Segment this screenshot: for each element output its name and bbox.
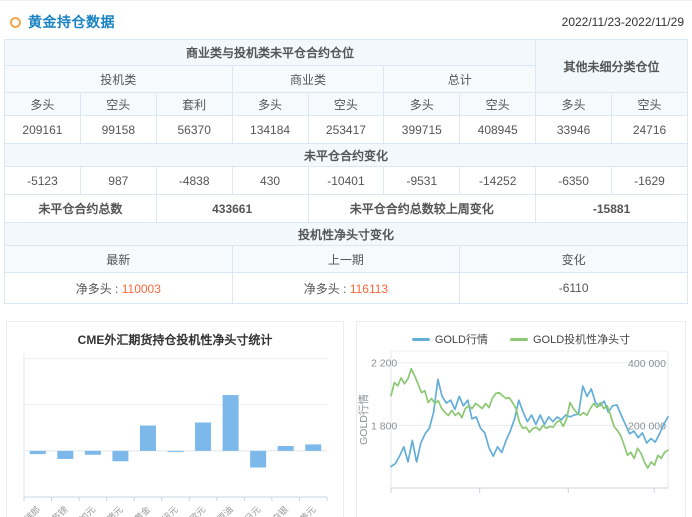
line-chart-legend: GOLD行情 GOLD投机性净头寸 xyxy=(357,322,685,346)
charts-row: CME外汇期货持仓投机性净头寸统计 瑞郎英镑加元澳元黄金纽元欧元原油日元白银美元… xyxy=(0,321,692,517)
total-contracts-value: 433661 xyxy=(156,195,308,223)
column-header-cell: 多头 xyxy=(5,93,81,116)
bar-x-label: 白银 xyxy=(270,504,291,517)
gold-price-legend-dash-icon xyxy=(412,338,430,341)
bar-x-label: 原油 xyxy=(214,504,235,517)
bar-x-label: 瑞郎 xyxy=(22,504,43,517)
bar-x-label: 美元 xyxy=(297,504,318,517)
change-section-header: 未平仓合约变化 xyxy=(5,144,688,167)
net-long-latest-cell: 净多头 : 110003 xyxy=(5,273,233,304)
bar xyxy=(168,451,184,452)
net-position-legend-dash-icon xyxy=(510,338,528,341)
weekly-change-value: -15881 xyxy=(536,195,688,223)
bar xyxy=(57,451,73,459)
cme-net-position-bar-chart: 瑞郎英镑加元澳元黄金纽元欧元原油日元白银美元 xyxy=(7,352,341,517)
date-range: 2022/11/23-2022/11/29 xyxy=(562,15,684,29)
legend-item-gold-price[interactable]: GOLD行情 xyxy=(412,331,488,347)
net-column-header-cell: 变化 xyxy=(460,246,688,273)
left-axis-tick-label: 2 200 xyxy=(371,358,397,370)
column-header-cell: 空头 xyxy=(612,93,688,116)
weekly-change-label: 未平仓合约总数较上周变化 xyxy=(308,195,536,223)
group-header-main: 商业类与投机类未平仓合约仓位 xyxy=(5,40,536,66)
position-value-cell: 33946 xyxy=(536,116,612,144)
positions-table: 商业类与投机类未平仓合约仓位 其他未细分类仓位 投机类 商业类 总计 多头空头套… xyxy=(4,39,688,304)
column-header-cell: 多头 xyxy=(384,93,460,116)
net-position-section-header: 投机性净头寸变化 xyxy=(5,223,688,246)
page-title: 黄金持仓数据 xyxy=(28,12,115,32)
group-header-other: 其他未细分类仓位 xyxy=(536,40,688,93)
line-chart-card: GOLD行情 GOLD投机性净头寸 2 2001 800400 000200 0… xyxy=(356,321,686,517)
change-value-cell: -14252 xyxy=(460,167,536,195)
bar-x-label: 英镑 xyxy=(49,504,70,517)
total-contracts-label: 未平仓合约总数 xyxy=(5,195,157,223)
position-value-cell: 253417 xyxy=(308,116,384,144)
bar xyxy=(30,451,46,454)
gold-price-net-position-line-chart: 2 2001 800400 000200 000GOLD行情 xyxy=(357,346,683,512)
column-header-cell: 空头 xyxy=(308,93,384,116)
column-header-cell: 套利 xyxy=(156,93,232,116)
position-value-cell: 99158 xyxy=(80,116,156,144)
column-header-cell: 多头 xyxy=(232,93,308,116)
net-long-previous-value: 116113 xyxy=(350,282,388,296)
column-header-cell: 多头 xyxy=(536,93,612,116)
change-value-cell: -5123 xyxy=(5,167,81,195)
page-header: 黄金持仓数据 2022/11/23-2022/11/29 xyxy=(0,1,692,37)
category-commercial: 商业类 xyxy=(232,66,384,93)
legend-label-gold-price: GOLD行情 xyxy=(435,331,488,347)
bar-x-label: 加元 xyxy=(77,504,97,517)
net-column-header-cell: 上一期 xyxy=(232,246,460,273)
category-total: 总计 xyxy=(384,66,536,93)
change-value-cell: -10401 xyxy=(308,167,384,195)
bar-x-label: 欧元 xyxy=(187,504,208,517)
left-axis-title: GOLD行情 xyxy=(357,394,370,445)
change-value-cell: 430 xyxy=(232,167,308,195)
bar-x-label: 澳元 xyxy=(104,504,125,517)
change-value-cell: -1629 xyxy=(612,167,688,195)
legend-label-net-position: GOLD投机性净头寸 xyxy=(533,331,630,347)
bar-x-label: 日元 xyxy=(243,504,263,517)
right-axis-tick-label: 400 000 xyxy=(628,358,666,370)
net-long-previous-label: 净多头 : xyxy=(304,282,347,296)
bar xyxy=(112,451,128,461)
position-value-cell: 408945 xyxy=(460,116,536,144)
net-column-header-cell: 最新 xyxy=(5,246,233,273)
change-value-cell: -6350 xyxy=(536,167,612,195)
bar-chart-card: CME外汇期货持仓投机性净头寸统计 瑞郎英镑加元澳元黄金纽元欧元原油日元白银美元 xyxy=(6,321,344,517)
position-value-cell: 209161 xyxy=(5,116,81,144)
bar-x-label: 黄金 xyxy=(132,504,153,517)
change-value-cell: -9531 xyxy=(384,167,460,195)
bar xyxy=(85,451,101,455)
position-value-cell: 24716 xyxy=(612,116,688,144)
bar-x-label: 纽元 xyxy=(159,504,180,517)
column-header-cell: 空头 xyxy=(80,93,156,116)
position-value-cell: 56370 xyxy=(156,116,232,144)
bar xyxy=(250,451,266,468)
change-value-cell: -4838 xyxy=(156,167,232,195)
category-speculative: 投机类 xyxy=(5,66,233,93)
net-long-latest-label: 净多头 : xyxy=(76,282,119,296)
bar xyxy=(140,425,156,450)
bar-chart-title: CME外汇期货持仓投机性净头寸统计 xyxy=(7,322,343,352)
net-long-previous-cell: 净多头 : 116113 xyxy=(232,273,460,304)
legend-item-net-position[interactable]: GOLD投机性净头寸 xyxy=(510,331,630,347)
section-bullet-icon xyxy=(10,17,21,28)
left-axis-tick-label: 1 800 xyxy=(371,420,397,432)
net-long-change-value: -6110 xyxy=(460,273,688,304)
column-header-cell: 空头 xyxy=(460,93,536,116)
bar xyxy=(305,444,321,450)
position-value-cell: 399715 xyxy=(384,116,460,144)
bar xyxy=(278,446,294,451)
position-value-cell: 134184 xyxy=(232,116,308,144)
net-long-latest-value: 110003 xyxy=(122,282,161,296)
gold-positions-page: 黄金持仓数据 2022/11/23-2022/11/29 商业类与投机类未平仓合… xyxy=(0,0,692,517)
change-value-cell: 987 xyxy=(80,167,156,195)
bar xyxy=(223,395,239,451)
bar xyxy=(195,423,211,451)
